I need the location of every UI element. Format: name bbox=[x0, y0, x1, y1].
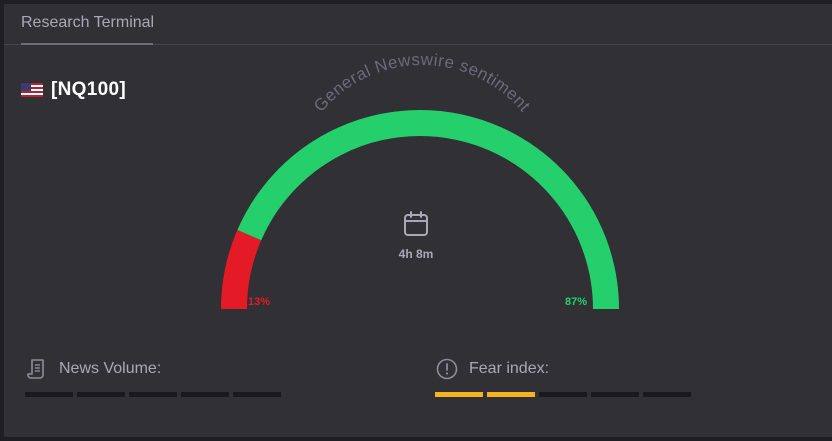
fear-index-bars bbox=[435, 392, 695, 397]
fear-index-metric: Fear index: bbox=[435, 356, 549, 382]
calendar-icon bbox=[404, 211, 428, 236]
time-remaining: 4h 8m bbox=[398, 247, 434, 261]
news-volume-segment bbox=[181, 392, 229, 397]
news-volume-segment bbox=[233, 392, 281, 397]
document-icon bbox=[27, 359, 44, 379]
gauge-title: General Newswire sentiment bbox=[310, 50, 534, 116]
negative-percent: 13% bbox=[248, 296, 271, 308]
fear-index-segment bbox=[643, 392, 691, 397]
news-volume-segment bbox=[77, 392, 125, 397]
news-volume-segment bbox=[129, 392, 177, 397]
news-volume-segment bbox=[25, 392, 73, 397]
gauge-center: 4h 8m bbox=[366, 210, 466, 261]
news-volume-label: News Volume: bbox=[59, 360, 162, 377]
fear-index-label: Fear index: bbox=[469, 360, 550, 377]
gauge-negative-arc bbox=[221, 229, 262, 310]
news-volume-metric: News Volume: bbox=[25, 356, 161, 382]
fear-index-segment bbox=[487, 392, 535, 397]
fear-index-segment bbox=[591, 392, 639, 397]
alert-circle-icon bbox=[436, 358, 458, 380]
fear-index-segment bbox=[539, 392, 587, 397]
news-volume-bars bbox=[25, 392, 285, 397]
positive-percent: 87% bbox=[565, 296, 588, 308]
fear-index-segment bbox=[435, 392, 483, 397]
